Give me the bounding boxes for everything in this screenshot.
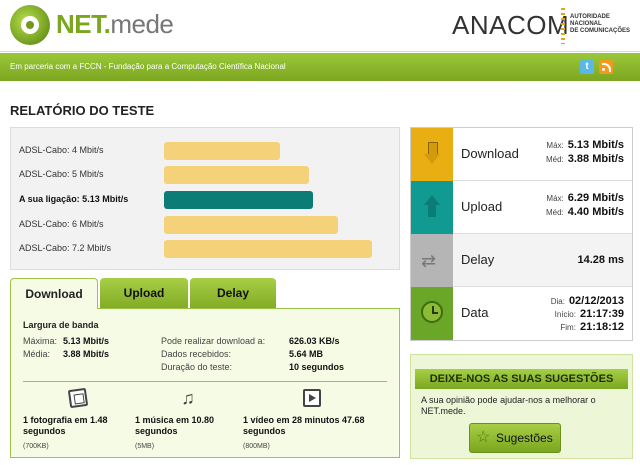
suggestions-heading: DEIXE-NOS AS SUAS SUGESTÕES xyxy=(415,369,628,389)
comparison-label: ADSL-Cabo: 4 Mbit/s xyxy=(19,145,104,155)
test-end: Fim: 21:18:12 xyxy=(560,321,624,333)
result-upload-label: Upload xyxy=(461,199,503,214)
video-icon xyxy=(303,389,321,407)
netmede-logo[interactable]: NET.mede xyxy=(56,9,174,40)
video-download-time: 1 vídeo em 28 minutos 47.68 segundos xyxy=(243,415,365,436)
clock-icon-box xyxy=(411,287,453,340)
suggestions-text: A sua opinião pode ajudar-nos a melhorar… xyxy=(421,395,596,416)
upload-arrow-icon xyxy=(424,195,440,219)
header: NET.mede ANACOM AUTORIDADE NACIONAL DE C… xyxy=(0,0,640,52)
delay-value: 14.28 ms xyxy=(577,254,624,266)
suggestions-button-label: Sugestões xyxy=(496,431,553,445)
page-title: RELATÓRIO DO TESTE xyxy=(10,103,155,118)
speed-comparison-panel: ADSL-Cabo: 4 Mbit/s ADSL-Cabo: 5 Mbit/s … xyxy=(10,127,400,270)
tab-download[interactable]: Download xyxy=(10,278,98,309)
result-delay-label: Delay xyxy=(461,252,495,267)
result-data: Data Dia: 02/12/2013 Início: 21:17:39 Fim:… xyxy=(411,287,632,340)
upload-max: Máx: 6.29 Mbit/s xyxy=(546,192,624,204)
anacom-dots-icon xyxy=(561,8,565,44)
max-bandwidth: Máxima: 5.13 Mbit/s xyxy=(23,336,110,346)
result-download: Download Máx: 5.13 Mbit/s Méd: 3.88 Mbit/s xyxy=(411,128,632,181)
comparison-row: ADSL-Cabo: 6 Mbit/s xyxy=(19,216,389,234)
upload-avg: Méd: 4.40 Mbit/s xyxy=(545,206,624,218)
upload-icon-box xyxy=(411,181,453,234)
anacom-subtitle: AUTORIDADE NACIONAL DE COMUNICAÇÕES xyxy=(570,14,631,34)
comparison-bar xyxy=(164,216,338,234)
comparison-label: A sua ligação: 5.13 Mbit/s xyxy=(19,194,129,204)
rss-icon[interactable] xyxy=(599,60,613,74)
video-size: (800MB) xyxy=(243,443,270,450)
comparison-row-own-connection: A sua ligação: 5.13 Mbit/s xyxy=(19,191,389,209)
netmede-logo-icon[interactable] xyxy=(10,5,50,45)
comparison-bar xyxy=(164,240,372,258)
test-duration: Duração do teste: 10 segundos xyxy=(161,362,345,372)
delay-arrows-icon: ⇄ xyxy=(421,251,437,271)
partner-banner: Em parceria com a FCCN - Fundação para a… xyxy=(0,53,640,81)
comparison-bar xyxy=(164,166,309,184)
download-arrow-icon xyxy=(424,142,440,166)
tab-delay[interactable]: Delay xyxy=(190,278,276,308)
divider xyxy=(23,381,387,382)
music-download-time: 1 música em 10.80 segundos xyxy=(135,415,215,436)
bandwidth-title: Largura de banda xyxy=(23,320,99,330)
result-delay: ⇄ Delay 14.28 ms xyxy=(411,234,632,287)
test-start: Início: 21:17:39 xyxy=(554,308,624,320)
comparison-bar xyxy=(164,191,313,209)
anacom-logo[interactable]: ANACOM xyxy=(452,10,569,41)
avg-bandwidth: Média: 3.88 Mbit/s xyxy=(23,349,110,359)
comparison-bar xyxy=(164,142,280,160)
download-avg: Méd: 3.88 Mbit/s xyxy=(545,153,624,165)
suggestions-box: DEIXE-NOS AS SUAS SUGESTÕES A sua opiniã… xyxy=(410,354,633,459)
comparison-row: ADSL-Cabo: 7.2 Mbit/s xyxy=(19,240,389,258)
result-upload: Upload Máx: 6.29 Mbit/s Méd: 4.40 Mbit/s xyxy=(411,181,632,234)
comparison-label: ADSL-Cabo: 7.2 Mbit/s xyxy=(19,243,112,253)
suggestions-button[interactable]: ☆ Sugestões xyxy=(469,423,561,453)
photo-icon xyxy=(67,387,89,409)
comparison-label: ADSL-Cabo: 6 Mbit/s xyxy=(19,219,104,229)
photo-download-time: 1 fotografia em 1.48 segundos xyxy=(23,415,108,436)
clock-icon xyxy=(421,301,443,323)
result-data-label: Data xyxy=(461,305,489,320)
test-date: Dia: 02/12/2013 xyxy=(550,295,624,307)
comparison-row: ADSL-Cabo: 4 Mbit/s xyxy=(19,142,389,160)
partner-banner-text: Em parceria com a FCCN - Fundação para a… xyxy=(10,62,286,71)
data-received: Dados recebidos: 5.64 MB xyxy=(161,349,324,359)
result-download-label: Download xyxy=(461,146,519,161)
tab-upload[interactable]: Upload xyxy=(100,278,188,308)
music-size: (5MB) xyxy=(135,443,155,450)
comparison-row: ADSL-Cabo: 5 Mbit/s xyxy=(19,166,389,184)
download-rate: Pode realizar download a: 626.03 KB/s xyxy=(161,336,340,346)
download-icon-box xyxy=(411,128,453,181)
twitter-icon[interactable]: t xyxy=(580,60,594,74)
star-icon: ☆ xyxy=(476,429,491,446)
delay-icon-box: ⇄ xyxy=(411,234,453,287)
comparison-label: ADSL-Cabo: 5 Mbit/s xyxy=(19,169,104,179)
photo-size: (700KB) xyxy=(23,443,49,450)
download-details-panel: Largura de banda Máxima: 5.13 Mbit/s Méd… xyxy=(10,308,400,458)
music-icon: ♫ xyxy=(181,388,195,408)
results-panel: Download Máx: 5.13 Mbit/s Méd: 3.88 Mbit/s… xyxy=(410,127,633,341)
download-max: Máx: 5.13 Mbit/s xyxy=(546,139,624,151)
